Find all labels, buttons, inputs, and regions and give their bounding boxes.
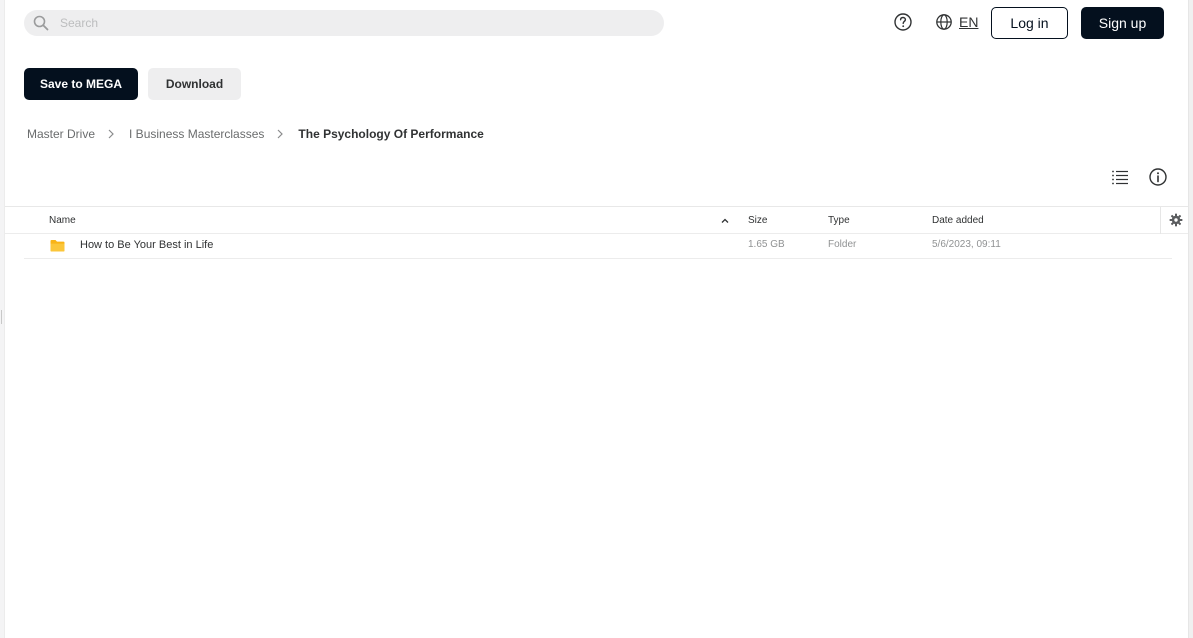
search-input[interactable] xyxy=(60,10,650,36)
column-divider xyxy=(1160,207,1161,234)
table-row[interactable]: How to Be Your Best in Life 1.65 GB Fold… xyxy=(24,234,1172,259)
language-label[interactable]: EN xyxy=(959,14,978,30)
download-button[interactable]: Download xyxy=(148,68,241,100)
column-header-date-added[interactable]: Date added xyxy=(932,207,984,234)
row-name: How to Be Your Best in Life xyxy=(80,239,214,251)
globe-icon xyxy=(936,14,952,30)
breadcrumb-item-current: The Psychology Of Performance xyxy=(298,127,484,141)
chevron-right-icon xyxy=(277,129,284,139)
chevron-right-icon xyxy=(108,129,114,139)
save-to-mega-button[interactable]: Save to MEGA xyxy=(24,68,138,100)
search-icon xyxy=(33,15,49,31)
folder-icon xyxy=(50,240,65,252)
help-circle-icon[interactable] xyxy=(893,12,913,32)
column-header-name[interactable]: Name xyxy=(49,207,76,234)
search-box[interactable] xyxy=(24,10,664,36)
row-type: Folder xyxy=(828,239,857,250)
info-icon[interactable] xyxy=(1148,167,1168,187)
sort-ascending-icon[interactable] xyxy=(720,216,730,226)
login-button[interactable]: Log in xyxy=(991,7,1068,39)
language-selector[interactable]: EN xyxy=(935,12,978,32)
vertical-scrollbar[interactable] xyxy=(1188,0,1193,638)
column-header-type[interactable]: Type xyxy=(828,207,850,234)
row-date-added: 5/6/2023, 09:11 xyxy=(932,239,1001,250)
top-bar: EN Log in Sign up xyxy=(0,0,1188,46)
breadcrumb-item-business-masterclasses[interactable]: I Business Masterclasses xyxy=(129,127,264,141)
breadcrumb: Master Drive I Business Masterclasses Th… xyxy=(27,126,484,142)
row-size: 1.65 GB xyxy=(748,239,785,250)
column-header-size[interactable]: Size xyxy=(748,207,767,234)
panel-resize-handle[interactable] xyxy=(1,310,2,324)
gear-icon[interactable] xyxy=(1169,213,1183,227)
list-view-icon[interactable] xyxy=(1110,167,1130,187)
table-header: Name Size Type Date added xyxy=(5,206,1188,234)
breadcrumb-item-master-drive[interactable]: Master Drive xyxy=(27,127,95,141)
signup-button[interactable]: Sign up xyxy=(1081,7,1164,39)
